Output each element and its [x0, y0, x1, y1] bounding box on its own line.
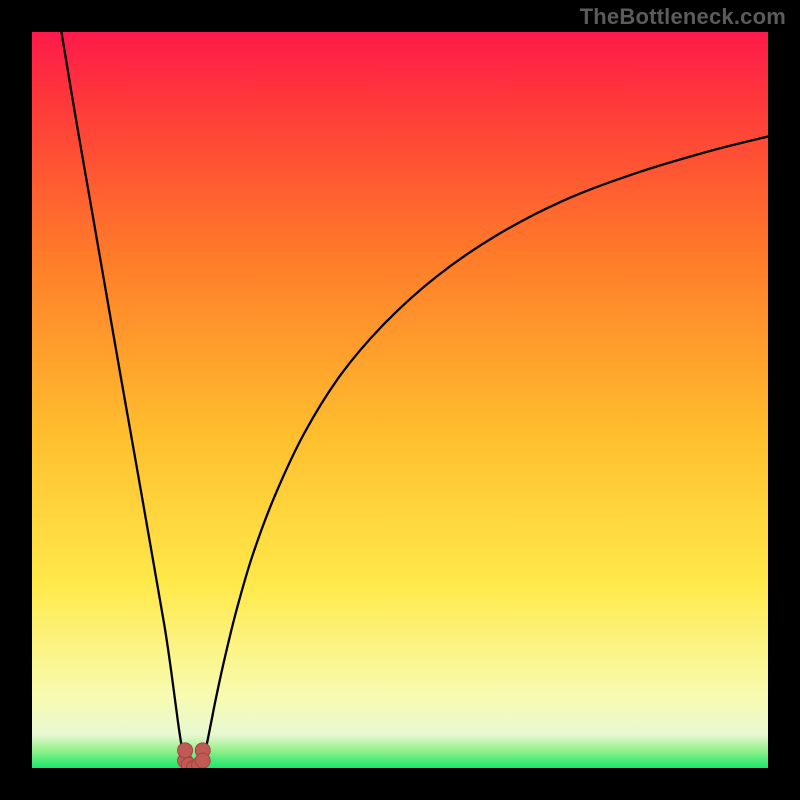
plot-frame [32, 32, 768, 768]
bottleneck-chart [32, 32, 768, 768]
trough-marker [195, 753, 210, 768]
gradient-background [32, 32, 768, 768]
watermark-text: TheBottleneck.com [580, 4, 786, 30]
chart-stage: TheBottleneck.com [0, 0, 800, 800]
trough-marker [178, 743, 193, 758]
